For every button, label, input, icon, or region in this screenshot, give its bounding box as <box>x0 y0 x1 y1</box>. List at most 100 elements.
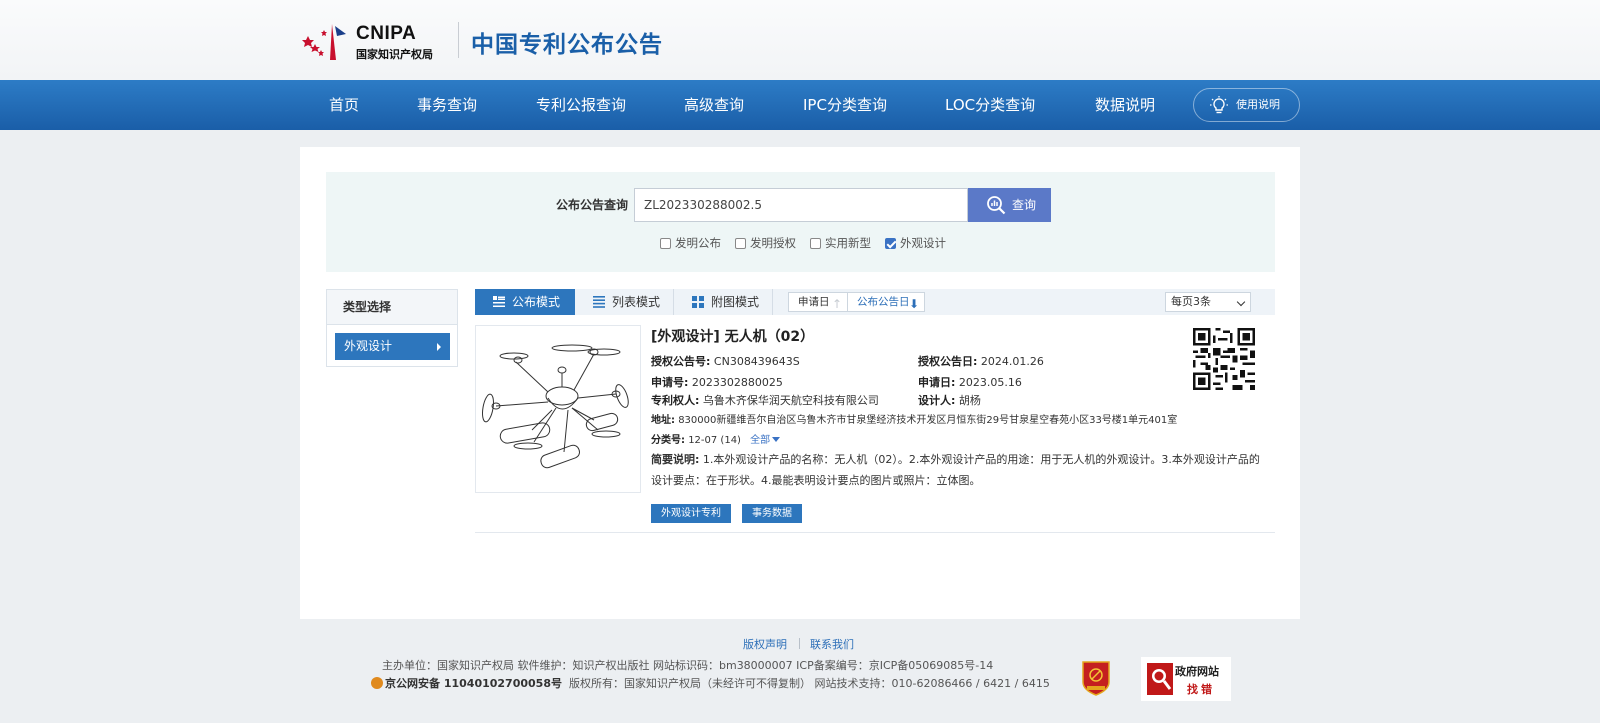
cnipa-logo[interactable]: CNIPA 国家知识产权局 <box>302 18 452 62</box>
application-date-field: 申请日: 2023.05.16 <box>918 374 1022 390</box>
field-label: 地址: <box>651 415 675 426</box>
party-emblem-icon[interactable] <box>1081 660 1111 696</box>
field-label: 授权公告号: <box>651 355 711 368</box>
tab-list-mode[interactable]: 列表模式 <box>575 289 674 315</box>
police-badge-icon <box>371 677 383 689</box>
grant-date-field: 授权公告日: 2024.01.26 <box>918 353 1044 369</box>
police-record[interactable]: 京公网安备 11040102700058号 <box>385 677 562 690</box>
field-label: 授权公告日: <box>918 355 978 368</box>
classification-field: 分类号: 12-07 (14) 全部 <box>651 431 781 446</box>
tab-label: 公布模式 <box>512 295 561 309</box>
patentee: 乌鲁木齐保华润天航空科技有限公司 <box>702 394 879 407</box>
type-filter-sidebar: 类型选择 外观设计 <box>326 289 458 367</box>
result-item: [外观设计] 无人机（02） 授权公告号: CN308439643S 授权公告日… <box>475 325 1275 533</box>
expand-all-link[interactable]: 全部 <box>750 435 781 446</box>
footer-links: 版权声明 联系我们 <box>0 636 1600 652</box>
grant-date: 2024.01.26 <box>980 355 1044 368</box>
chevron-right-icon <box>437 343 441 351</box>
per-page-select[interactable]: 每页3条 <box>1165 292 1251 312</box>
design-patent-button[interactable]: 外观设计专利 <box>651 504 731 523</box>
address: 830000新疆维吾尔自治区乌鲁木齐市甘泉堡经济技术开发区月恒东街29号甘泉星空… <box>678 415 1178 426</box>
application-number: 2023302880025 <box>691 376 783 389</box>
designer-field: 设计人: 胡杨 <box>918 392 981 408</box>
sort-label: 申请日 <box>798 296 830 308</box>
field-label: 设计人: <box>918 394 956 407</box>
nav-item-advanced[interactable]: 高级查询 <box>684 80 744 130</box>
site-header: CNIPA 国家知识产权局 中国专利公布公告 <box>0 0 1600 80</box>
list-lines-icon <box>593 296 605 308</box>
search-input[interactable] <box>634 188 968 222</box>
address-field: 地址: 830000新疆维吾尔自治区乌鲁木齐市甘泉堡经济技术开发区月恒东街29号… <box>651 411 1177 426</box>
application-number-field: 申请号: 2023302880025 <box>651 374 783 390</box>
search-button[interactable]: 查询 <box>968 188 1051 222</box>
field-label: 申请日: <box>918 376 956 389</box>
checkbox-box[interactable] <box>810 238 821 249</box>
nav-item-gazette[interactable]: 专利公报查询 <box>536 80 626 130</box>
cnipa-star-icon <box>302 24 346 60</box>
sidebar-item-label: 外观设计 <box>344 339 393 353</box>
per-page-value: 每页3条 <box>1171 295 1211 308</box>
badge-title: 政府网站 <box>1175 665 1219 678</box>
nav-item-data[interactable]: 数据说明 <box>1095 80 1155 130</box>
search-button-label: 查询 <box>1012 198 1037 212</box>
logo-subtext: 国家知识产权局 <box>356 48 433 61</box>
logo-text: CNIPA <box>356 23 417 44</box>
patentee-field: 专利权人: 乌鲁木齐保华润天航空科技有限公司 <box>651 392 879 408</box>
grid-icon <box>692 296 704 308</box>
grant-number: CN308439643S <box>713 355 800 368</box>
nav-item-ipc[interactable]: IPC分类查询 <box>803 80 887 130</box>
checkbox-label: 发明授权 <box>750 236 796 250</box>
sort-up-arrow-icon: ↑ <box>831 297 842 311</box>
result-toolbar: 公布模式 列表模式 附图模式 申请日 ↑ 公布公告日 ⬇ 每页3条 <box>475 289 1275 315</box>
field-label: 分类号: <box>651 435 685 446</box>
search-label: 公布公告查询 <box>556 198 629 212</box>
help-button[interactable]: 使用说明 <box>1193 88 1300 122</box>
description-text: 1.本外观设计产品的名称：无人机（02）。2.本外观设计产品的用途：用于无人机的… <box>651 453 1260 487</box>
checkbox-label: 发明公布 <box>675 236 721 250</box>
design-thumbnail[interactable] <box>475 325 641 493</box>
tab-figure-mode[interactable]: 附图模式 <box>674 289 773 315</box>
tab-label: 列表模式 <box>612 295 661 309</box>
footer-separator <box>799 638 800 649</box>
contact-link[interactable]: 联系我们 <box>810 636 854 652</box>
sidebar-item-design[interactable]: 外观设计 <box>335 333 450 360</box>
copyright-link[interactable]: 版权声明 <box>743 636 787 652</box>
sort-down-arrow-icon: ⬇ <box>908 297 919 311</box>
nav-item-home[interactable]: 首页 <box>329 80 359 130</box>
nav-item-affairs[interactable]: 事务查询 <box>417 80 477 130</box>
list-detail-icon <box>493 296 505 307</box>
designer: 胡杨 <box>958 394 981 407</box>
header-divider <box>458 22 459 58</box>
field-label: 申请号: <box>651 376 689 389</box>
classification-number: 12-07 (14) <box>688 435 741 446</box>
qr-code-icon[interactable] <box>1193 328 1255 390</box>
sidebar-title: 类型选择 <box>327 290 457 325</box>
brief-description: 简要说明: 1.本外观设计产品的名称：无人机（02）。2.本外观设计产品的用途：… <box>651 449 1261 491</box>
checkbox-box[interactable] <box>660 238 671 249</box>
checkbox-label: 外观设计 <box>900 236 946 250</box>
caret-down-icon <box>772 437 781 442</box>
affairs-data-button[interactable]: 事务数据 <box>742 504 802 523</box>
application-date: 2023.05.16 <box>958 376 1022 389</box>
nav-item-loc[interactable]: LOC分类查询 <box>945 80 1035 130</box>
lightbulb-icon <box>1210 96 1228 114</box>
tab-label: 附图模式 <box>711 295 760 309</box>
gov-site-error-badge[interactable]: 政府网站 找错 <box>1141 657 1231 701</box>
sort-label: 公布公告日 <box>857 296 910 308</box>
result-title[interactable]: [外观设计] 无人机（02） <box>651 326 814 346</box>
sort-application-date[interactable]: 申请日 ↑ <box>788 292 848 312</box>
drone-drawing-icon <box>482 344 629 469</box>
sort-publication-date[interactable]: 公布公告日 ⬇ <box>847 292 925 312</box>
field-label: 简要说明: <box>651 453 700 466</box>
tab-publication-mode[interactable]: 公布模式 <box>475 289 575 315</box>
site-title: 中国专利公布公告 <box>471 32 663 58</box>
expand-label: 全部 <box>750 435 771 446</box>
search-section: 公布公告查询 查询 发明公布 发明授权 实用新型 <box>326 172 1275 272</box>
main-nav: 首页 事务查询 专利公报查询 高级查询 IPC分类查询 LOC分类查询 数据说明… <box>0 80 1600 130</box>
footer-line-1: 主办单位：国家知识产权局 软件维护：知识产权出版社 网站标识码：bm380000… <box>382 659 994 672</box>
footer-line-2: 京公网安备 11040102700058号 版权所有：国家知识产权局（未经许可不… <box>371 675 1050 691</box>
grant-number-field: 授权公告号: CN308439643S <box>651 353 800 369</box>
checkbox-box-checked[interactable] <box>885 238 896 249</box>
checkbox-box[interactable] <box>735 238 746 249</box>
chevron-down-icon <box>1236 297 1246 307</box>
